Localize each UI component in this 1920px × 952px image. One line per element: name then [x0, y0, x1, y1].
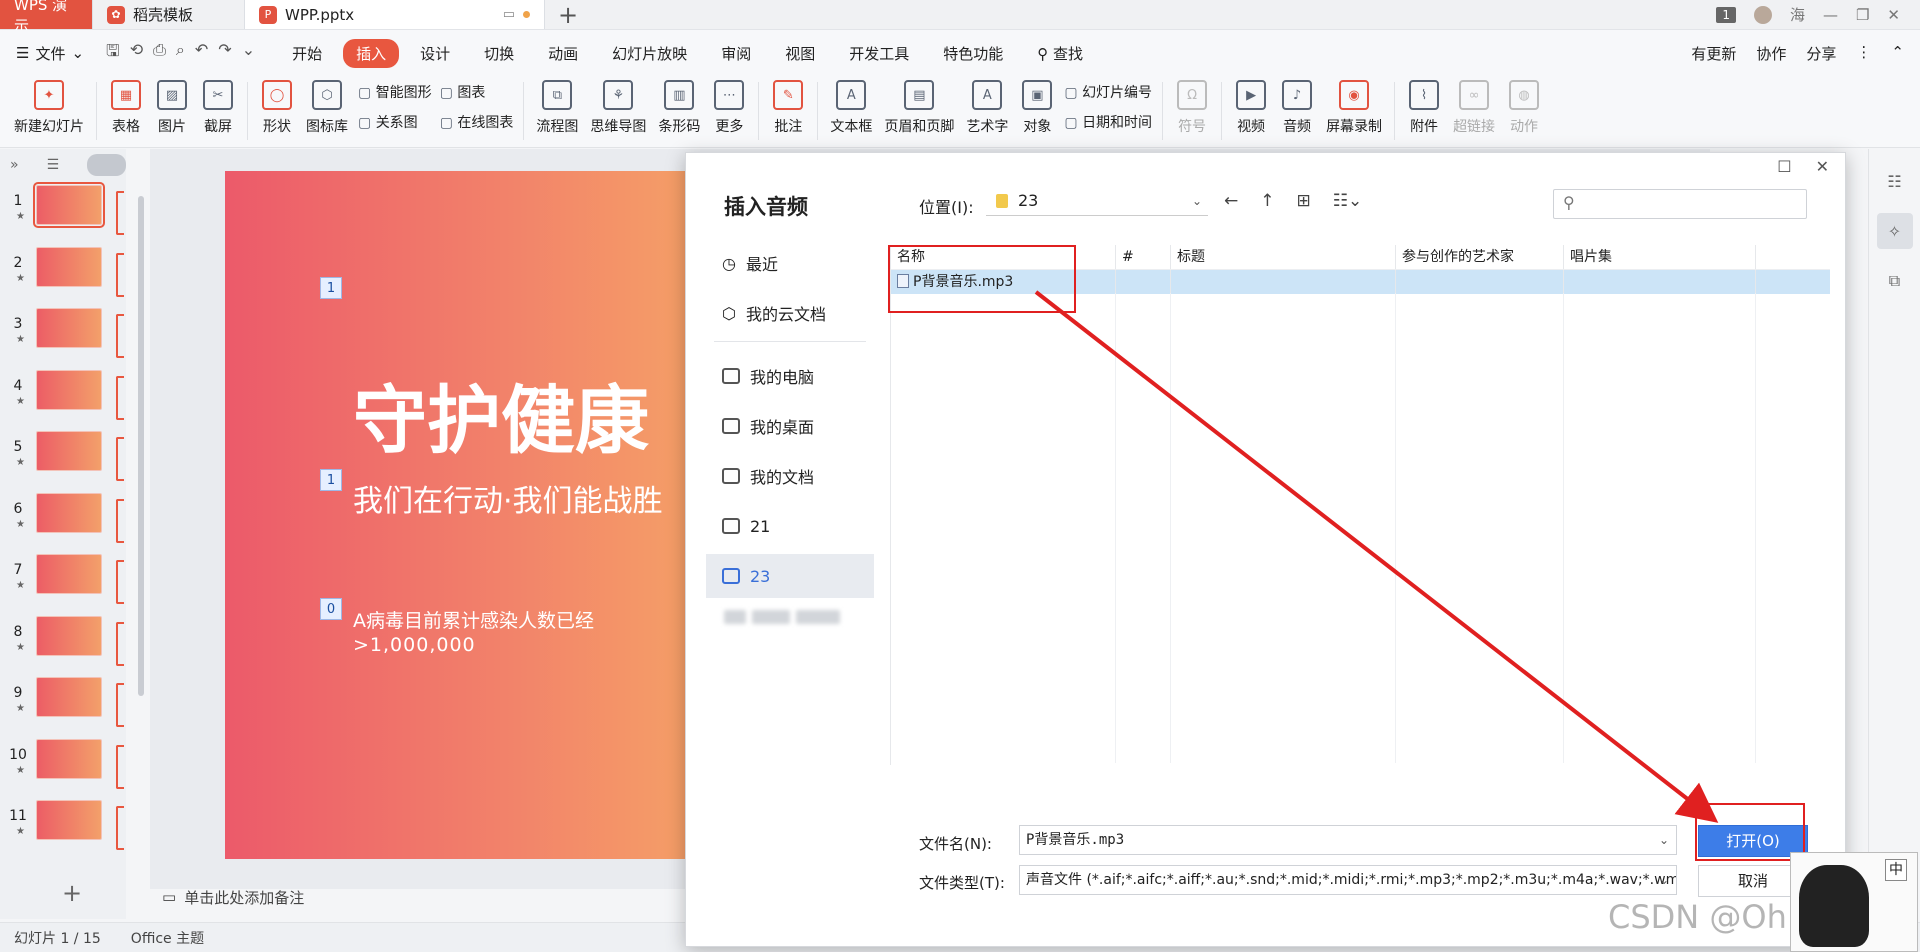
cat-mascot-icon: [1799, 865, 1869, 947]
ime-mode-label[interactable]: 中: [1885, 859, 1907, 881]
annotation-arrow: [1034, 290, 1719, 823]
ime-widget[interactable]: 中: [1790, 852, 1918, 952]
